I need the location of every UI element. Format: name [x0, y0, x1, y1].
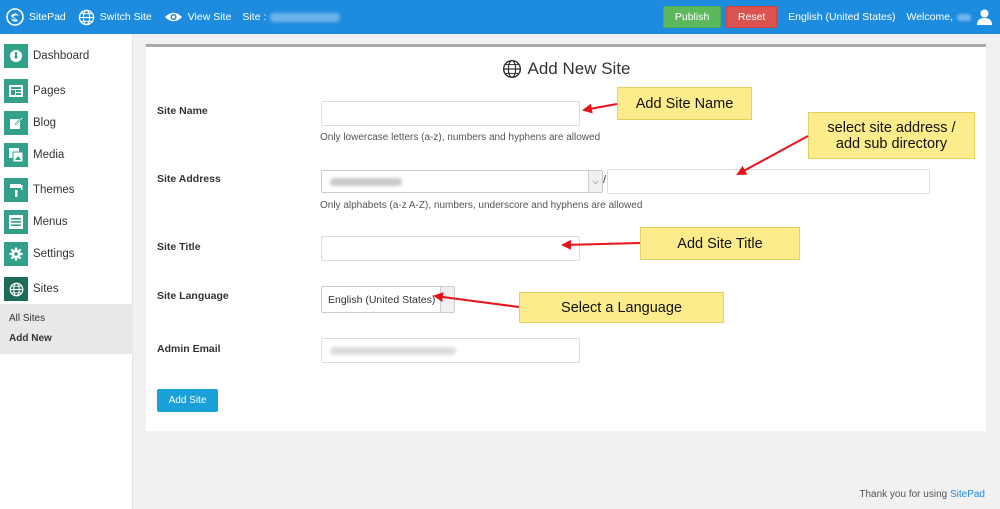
sidebar-item-settings[interactable]: Settings	[0, 238, 133, 270]
reset-button[interactable]: Reset	[726, 6, 778, 28]
sidebar-item-media[interactable]: Media	[0, 139, 133, 171]
pages-icon	[4, 79, 28, 103]
publish-button[interactable]: Publish	[663, 6, 722, 28]
blog-icon	[4, 111, 28, 135]
sidebar-item-label: Settings	[33, 248, 75, 260]
switch-site-label: Switch Site	[99, 11, 152, 23]
callout-site-title: Add Site Title	[640, 227, 800, 260]
dashboard-icon	[4, 44, 28, 68]
footer-sitepad-link[interactable]: SitePad	[950, 489, 985, 500]
top-bar: SitePad Switch Site View Site Site : Pub…	[0, 0, 1000, 34]
sidebar: Dashboard Pages Blog Media Themes Menus	[0, 34, 133, 509]
address-separator: /	[603, 174, 607, 186]
menus-icon	[4, 210, 28, 234]
site-language-select[interactable]: English (United States)	[321, 286, 455, 313]
callout-site-address: select site address / add sub directory	[808, 112, 975, 159]
chevron-down-icon	[440, 287, 454, 312]
language-selector[interactable]: English (United States)	[788, 11, 895, 23]
sites-submenu: All Sites Add New	[0, 304, 133, 354]
sidebar-item-sites[interactable]: Sites	[0, 273, 133, 305]
brand-name: SitePad	[29, 11, 66, 23]
site-title-label: Site Title	[157, 241, 201, 253]
sub-directory-input[interactable]	[607, 169, 930, 194]
site-domain-select[interactable]: ⌵	[321, 170, 603, 193]
current-site: Site :	[242, 11, 341, 23]
chevron-down-icon: ⌵	[588, 171, 602, 192]
site-name-help: Only lowercase letters (a-z), numbers an…	[320, 132, 601, 143]
admin-email-input[interactable]	[321, 338, 580, 363]
view-site-link[interactable]: View Site	[164, 10, 232, 24]
sidebar-item-label: Media	[33, 149, 65, 161]
eye-icon	[164, 12, 182, 22]
sidebar-item-themes[interactable]: Themes	[0, 174, 133, 206]
site-address-help: Only alphabets (a-z A-Z), numbers, under…	[320, 200, 643, 211]
site-language-value: English (United States)	[328, 294, 436, 306]
page-title: Add New Site	[146, 59, 986, 79]
media-icon	[4, 143, 28, 167]
admin-email-label: Admin Email	[157, 343, 221, 355]
site-language-label: Site Language	[157, 290, 229, 302]
sidebar-item-blog[interactable]: Blog	[0, 107, 133, 139]
sidebar-item-pages[interactable]: Pages	[0, 75, 133, 107]
add-site-button[interactable]: Add Site	[157, 389, 218, 412]
brand-logo[interactable]: SitePad	[6, 8, 66, 26]
sidebar-item-dashboard[interactable]: Dashboard	[0, 40, 133, 72]
sidebar-item-label: Sites	[33, 283, 59, 295]
site-address-label: Site Address	[157, 173, 221, 185]
domain-value-redacted	[330, 178, 402, 186]
switch-site-link[interactable]: Switch Site	[78, 9, 152, 26]
callout-line: select site address /	[827, 119, 956, 136]
view-site-label: View Site	[187, 11, 232, 23]
globe-icon	[4, 277, 28, 301]
email-value-redacted	[330, 347, 456, 355]
callout-line: add sub directory	[835, 135, 948, 152]
gear-icon	[4, 242, 28, 266]
sidebar-item-label: Dashboard	[33, 50, 90, 62]
username-redacted	[957, 13, 971, 21]
site-name-input[interactable]	[321, 101, 580, 126]
topbar-actions: Publish Reset English (United States) We…	[663, 0, 1000, 34]
sidebar-item-label: Themes	[33, 184, 75, 196]
sidebar-item-label: Pages	[33, 85, 66, 97]
sidebar-item-label: Menus	[33, 216, 68, 228]
globe-icon	[502, 59, 521, 79]
sidebar-item-label: Blog	[33, 117, 57, 129]
callout-site-name: Add Site Name	[617, 87, 752, 120]
submenu-all-sites[interactable]: All Sites	[9, 313, 45, 324]
site-title-input[interactable]	[321, 236, 580, 261]
add-site-panel: Add New Site Site Name Only lowercase le…	[146, 44, 986, 431]
site-label: Site :	[242, 11, 267, 23]
footer: Thank you for using SitePad	[859, 489, 985, 500]
globe-icon	[78, 9, 95, 25]
site-name-label: Site Name	[157, 105, 208, 117]
submenu-add-new[interactable]: Add New	[9, 333, 52, 344]
callout-language: Select a Language	[519, 292, 724, 323]
sitepad-logo-icon	[6, 8, 24, 26]
footer-text: Thank you for using	[859, 489, 950, 500]
sidebar-item-menus[interactable]: Menus	[0, 206, 133, 238]
site-value-redacted	[270, 12, 341, 22]
welcome-label: Welcome,	[906, 11, 954, 23]
user-icon[interactable]	[977, 9, 992, 25]
themes-icon	[4, 178, 28, 202]
page-title-text: Add New Site	[527, 59, 631, 78]
welcome-user[interactable]: Welcome,	[906, 11, 971, 23]
